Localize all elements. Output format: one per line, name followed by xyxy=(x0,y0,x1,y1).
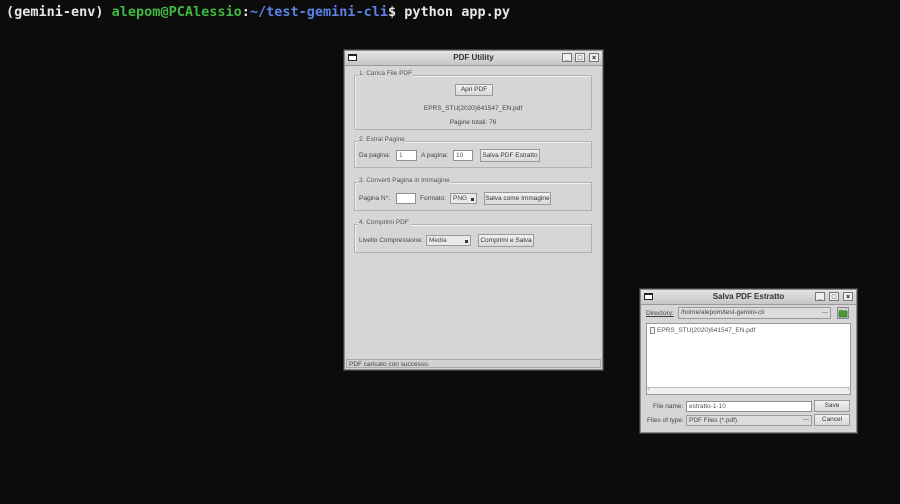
terminal-colon: : xyxy=(241,4,250,20)
file-icon xyxy=(650,327,655,334)
close-icon[interactable]: × xyxy=(589,53,599,62)
pdf-utility-titlebar[interactable]: PDF Utility _ □ × xyxy=(345,51,602,66)
save-dialog-titlebar[interactable]: Salva PDF Estratto _ □ × xyxy=(641,290,856,305)
files-of-type-label: Files of type: xyxy=(647,417,684,424)
maximize-icon[interactable]: □ xyxy=(829,292,839,301)
terminal-user-host: alepom@PCAlessio xyxy=(111,4,242,20)
close-icon[interactable]: × xyxy=(843,292,853,301)
new-folder-icon[interactable] xyxy=(837,307,849,319)
dropdown-icon: --- xyxy=(822,310,828,316)
pdf-utility-window: PDF Utility _ □ × 1. Carica File PDF Apr… xyxy=(344,50,603,370)
page-number-input[interactable] xyxy=(396,193,416,204)
format-select-value: PNG xyxy=(453,195,468,202)
extract-pages-section-title: 2. Estrai Pagine xyxy=(358,136,406,143)
save-as-image-button[interactable]: Salva come Immagine xyxy=(484,192,551,205)
dropdown-arrow-icon xyxy=(471,198,474,201)
total-pages-label: Pagine totali: 76 xyxy=(449,119,497,126)
cancel-button[interactable]: Cancel xyxy=(814,414,850,426)
convert-image-section-title: 3. Converti Pagina in Immagine xyxy=(358,177,451,184)
compress-pdf-section-title: 4. Comprimi PDF xyxy=(358,219,410,226)
compress-and-save-button[interactable]: Comprimi e Salva xyxy=(478,234,534,247)
scroll-left-icon[interactable]: ‹ xyxy=(648,387,650,393)
directory-label: Directory: xyxy=(646,310,674,317)
save-dialog-window: Salva PDF Estratto _ □ × Directory: /hom… xyxy=(640,289,857,433)
compression-level-select[interactable]: Media xyxy=(426,235,471,246)
format-label: Formato: xyxy=(420,195,447,202)
from-page-label: Da pagina: xyxy=(359,152,391,159)
scroll-right-icon[interactable]: › xyxy=(847,387,849,393)
save-button[interactable]: Save xyxy=(814,400,850,412)
terminal-command: python app.py xyxy=(404,4,510,20)
loaded-file-name: EPRS_STU(2020)641547_EN.pdf xyxy=(423,105,523,112)
compression-level-value: Media xyxy=(429,237,447,244)
load-pdf-section: 1. Carica File PDF Apri PDF EPRS_STU(202… xyxy=(354,70,592,130)
pdf-utility-title: PDF Utility xyxy=(453,53,494,62)
terminal-env: (gemini-env) xyxy=(6,4,112,20)
dropdown-icon: --- xyxy=(803,417,809,423)
compress-pdf-section: 4. Comprimi PDF Livello Compressione: Me… xyxy=(354,219,592,253)
directory-value: /home/alepom/test-gemini-cli xyxy=(681,309,765,316)
window-menu-icon[interactable] xyxy=(644,293,653,300)
file-name-input[interactable]: estratto-1-10 xyxy=(686,401,812,412)
save-dialog-title: Salva PDF Estratto xyxy=(712,292,785,301)
to-page-label: A pagina: xyxy=(421,152,449,159)
terminal-path: ~/test-gemini-cli xyxy=(249,4,389,20)
directory-select[interactable]: /home/alepom/test-gemini-cli --- xyxy=(678,307,831,319)
maximize-icon[interactable]: □ xyxy=(575,53,585,62)
file-name-label: File name: xyxy=(653,403,684,410)
horizontal-scrollbar[interactable]: ‹ › xyxy=(647,387,850,394)
file-list[interactable]: EPRS_STU(2020)641547_EN.pdf ‹ › xyxy=(646,323,851,395)
format-select[interactable]: PNG xyxy=(450,193,477,204)
file-list-item-name: EPRS_STU(2020)641547_EN.pdf xyxy=(657,327,756,335)
open-pdf-button[interactable]: Apri PDF xyxy=(455,84,493,96)
file-type-value: PDF Files (*.pdf) xyxy=(689,417,738,424)
window-menu-icon[interactable] xyxy=(348,54,357,61)
load-pdf-section-title: 1. Carica File PDF xyxy=(358,70,414,77)
extract-pages-section: 2. Estrai Pagine Da pagina: 1 A pagina: … xyxy=(354,136,592,168)
from-page-input[interactable]: 1 xyxy=(396,150,417,161)
save-extracted-pdf-button[interactable]: Salva PDF Estratto xyxy=(480,149,540,162)
terminal-prompt-line: (gemini-env) alepom@PCAlessio:~/test-gem… xyxy=(6,4,510,20)
terminal-dollar: $ xyxy=(388,4,405,20)
to-page-input[interactable]: 10 xyxy=(453,150,473,161)
page-number-label: Pagina N°: xyxy=(359,195,391,202)
file-type-select[interactable]: PDF Files (*.pdf) --- xyxy=(686,415,812,426)
minimize-icon[interactable]: _ xyxy=(815,292,825,301)
list-item[interactable]: EPRS_STU(2020)641547_EN.pdf xyxy=(650,327,755,334)
dropdown-arrow-icon xyxy=(465,240,468,243)
minimize-icon[interactable]: _ xyxy=(562,53,572,62)
status-bar: PDF caricato con successo. xyxy=(346,359,601,368)
convert-image-section: 3. Converti Pagina in Immagine Pagina N°… xyxy=(354,177,592,211)
compression-level-label: Livello Compressione: xyxy=(359,237,423,244)
